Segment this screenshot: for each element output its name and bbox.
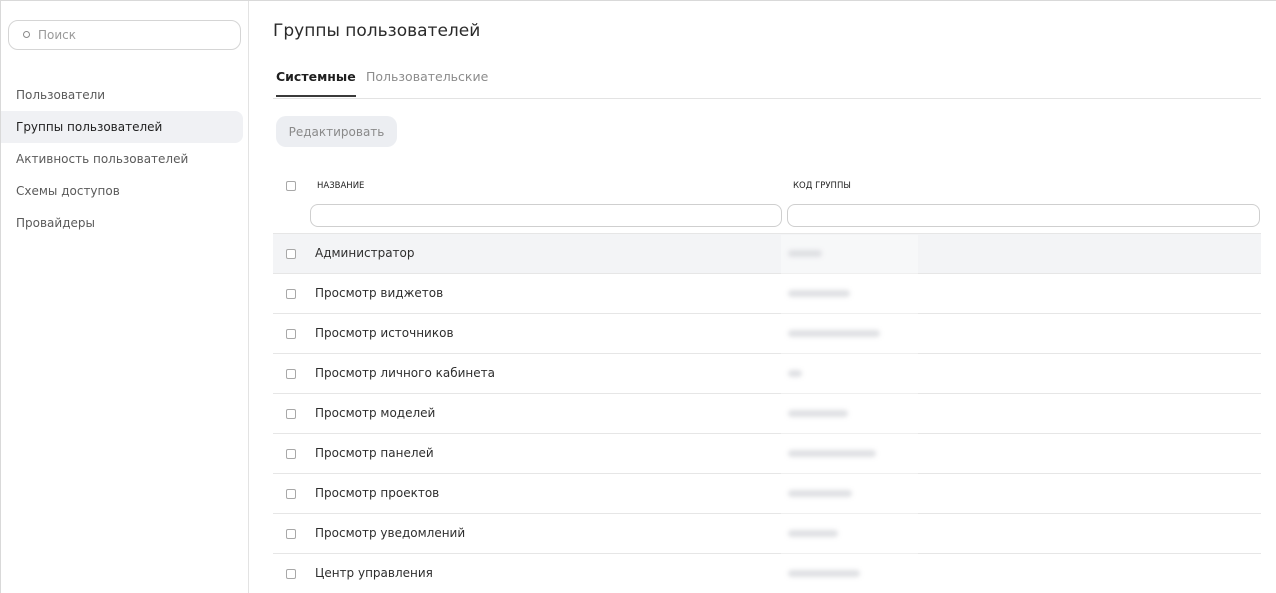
sidebar-item-access-schemes[interactable]: Схемы доступов <box>1 175 243 207</box>
search-icon <box>23 31 30 38</box>
row-name: Просмотр виджетов <box>315 286 444 300</box>
table-row[interactable]: Просмотр моделей <box>273 393 1261 433</box>
row-name: Просмотр проектов <box>315 486 440 500</box>
table-row[interactable]: Просмотр проектов <box>273 473 1261 513</box>
row-code-redacted <box>788 330 880 337</box>
row-code-redacted <box>788 530 838 537</box>
row-name: Просмотр панелей <box>315 446 434 460</box>
row-code-redacted <box>788 290 850 297</box>
table-row[interactable]: Просмотр панелей <box>273 433 1261 473</box>
row-name: Администратор <box>315 246 415 260</box>
main-content: Группы пользователей Системные Пользоват… <box>273 1 1265 593</box>
sidebar-item-user-groups[interactable]: Группы пользователей <box>1 111 243 143</box>
row-code-redacted <box>788 490 852 497</box>
row-checkbox[interactable] <box>286 489 296 499</box>
select-all-checkbox[interactable] <box>286 181 296 191</box>
row-name: Просмотр источников <box>315 326 454 340</box>
row-checkbox[interactable] <box>286 449 296 459</box>
table-row[interactable]: Просмотр источников <box>273 313 1261 353</box>
page-title: Группы пользователей <box>273 21 481 41</box>
sidebar-nav: Пользователи Группы пользователей Активн… <box>1 79 243 239</box>
table-row[interactable]: Центр управления <box>273 553 1261 593</box>
sidebar-item-user-activity[interactable]: Активность пользователей <box>1 143 243 175</box>
row-name: Просмотр уведомлений <box>315 526 466 540</box>
table-body: Администратор Просмотр виджетов Просмотр… <box>273 233 1261 593</box>
row-code-redacted <box>788 570 860 577</box>
row-code-redacted <box>788 250 822 257</box>
sidebar-item-providers[interactable]: Провайдеры <box>1 207 243 239</box>
tab-system[interactable]: Системные <box>276 69 356 97</box>
row-checkbox[interactable] <box>286 249 296 259</box>
column-header-name[interactable]: НАЗВАНИЕ <box>317 181 364 191</box>
search-input[interactable] <box>38 28 218 42</box>
table-row[interactable]: Администратор <box>273 233 1261 273</box>
sidebar: Пользователи Группы пользователей Активн… <box>1 1 249 593</box>
sidebar-item-users[interactable]: Пользователи <box>1 79 243 111</box>
code-filter-input[interactable] <box>787 204 1260 227</box>
tab-bar: Системные Пользовательские <box>273 63 1261 99</box>
row-name: Центр управления <box>315 566 433 580</box>
row-checkbox[interactable] <box>286 369 296 379</box>
edit-button[interactable]: Редактировать <box>276 116 397 147</box>
tab-custom[interactable]: Пользовательские <box>366 69 488 84</box>
search-box[interactable] <box>8 20 241 50</box>
table-row[interactable]: Просмотр уведомлений <box>273 513 1261 553</box>
row-code-redacted <box>788 450 876 457</box>
row-checkbox[interactable] <box>286 329 296 339</box>
app-window: Пользователи Группы пользователей Активн… <box>0 0 1276 593</box>
row-checkbox[interactable] <box>286 529 296 539</box>
row-code-redacted <box>788 410 848 417</box>
row-name: Просмотр личного кабинета <box>315 366 495 380</box>
table-row[interactable]: Просмотр личного кабинета <box>273 353 1261 393</box>
row-checkbox[interactable] <box>286 289 296 299</box>
table-row[interactable]: Просмотр виджетов <box>273 273 1261 313</box>
column-header-code[interactable]: КОД ГРУППЫ <box>793 181 851 191</box>
row-code-redacted <box>788 370 802 377</box>
row-checkbox[interactable] <box>286 569 296 579</box>
row-checkbox[interactable] <box>286 409 296 419</box>
row-name: Просмотр моделей <box>315 406 436 420</box>
name-filter-input[interactable] <box>310 204 782 227</box>
